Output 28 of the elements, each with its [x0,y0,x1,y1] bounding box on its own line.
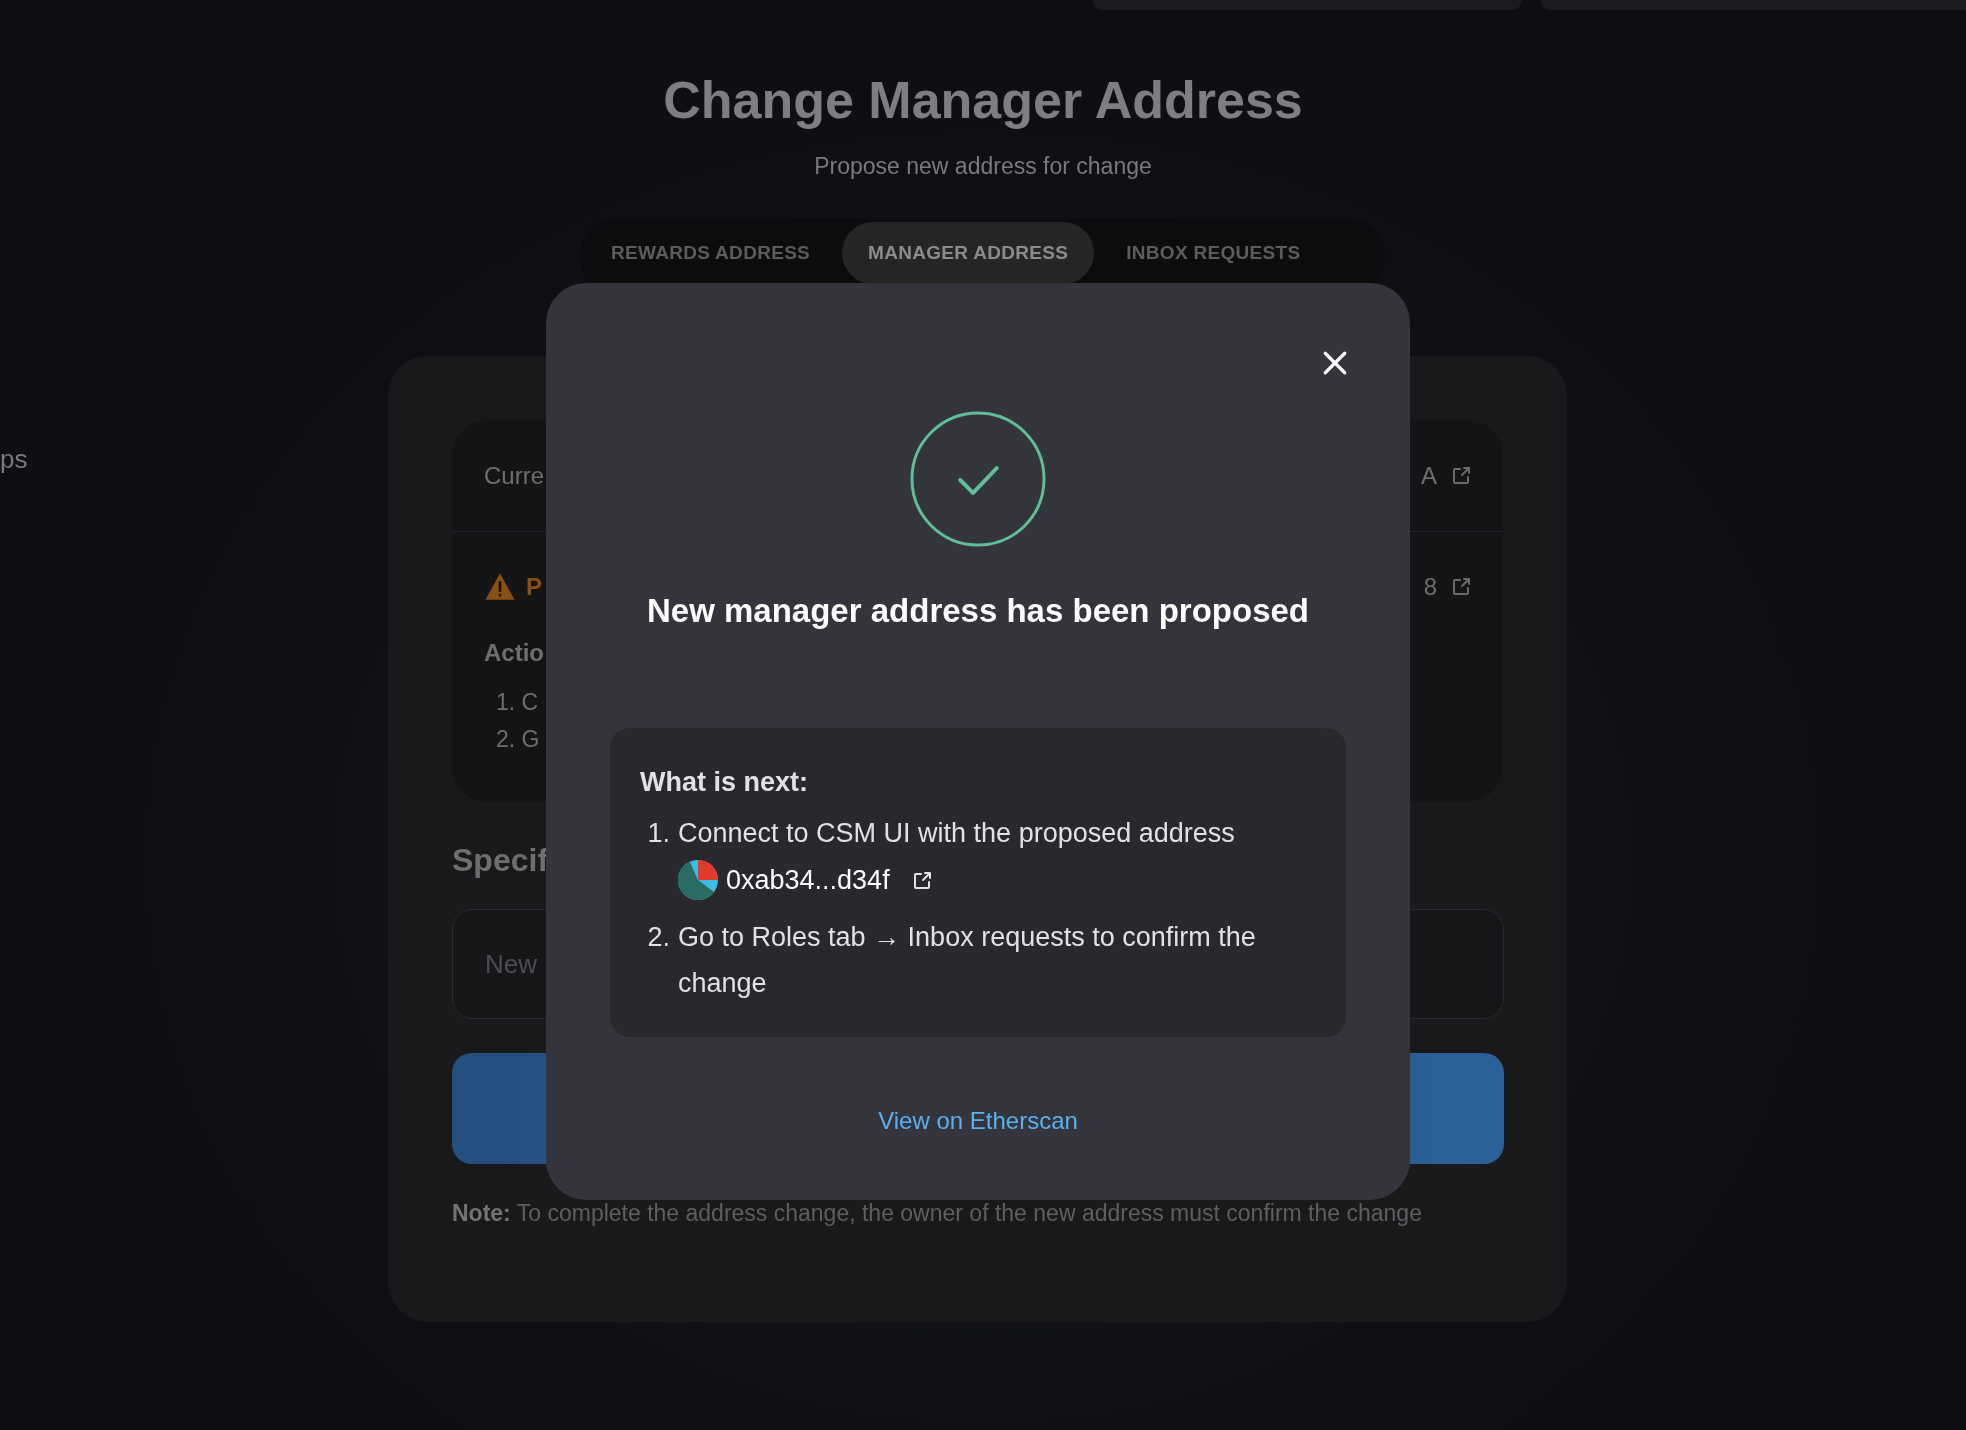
dialog-title: New manager address has been proposed [646,592,1309,630]
step-number: 1. [646,817,670,850]
tab[interactable]: REWARDS ADDRESS [585,222,837,284]
panel-heading: What is next: [640,766,809,799]
step-text: 2. G [496,726,540,753]
address-value: 8 [1423,572,1437,601]
check-circle-icon [909,410,1047,548]
tab[interactable]: MANAGER ADDRESS [842,222,1095,284]
section-title: Specif [452,842,549,879]
step-text: Go to Roles tab → Inbox requests to confirm the change [678,921,1257,1000]
page-subtitle: Propose new address for change [814,152,1152,181]
actions-title: Actio [484,639,545,667]
address-text: 0xab34...d34f [726,864,890,896]
step-text: Connect to CSM UI with the proposed address [678,817,1236,850]
external-link-icon[interactable] [911,870,932,890]
close-icon[interactable] [1322,350,1348,376]
page-title: Change Manager Address [663,70,1303,131]
note-text: Note: To complete the address change, the owner of the new address must confirm the change [452,1200,1422,1227]
warning-label: P [526,572,542,601]
sidebar-item[interactable]: ps [0,444,28,475]
address-value: A [1421,461,1437,490]
warning-icon [484,572,516,601]
step-text: 1. C [496,689,539,716]
tab[interactable]: INBOX REQUESTS [1100,222,1327,284]
avatar-icon [678,860,718,900]
row-label: Curre [484,461,544,490]
etherscan-link[interactable]: View on Etherscan [878,1107,1078,1135]
step-number: 2. [646,921,670,954]
